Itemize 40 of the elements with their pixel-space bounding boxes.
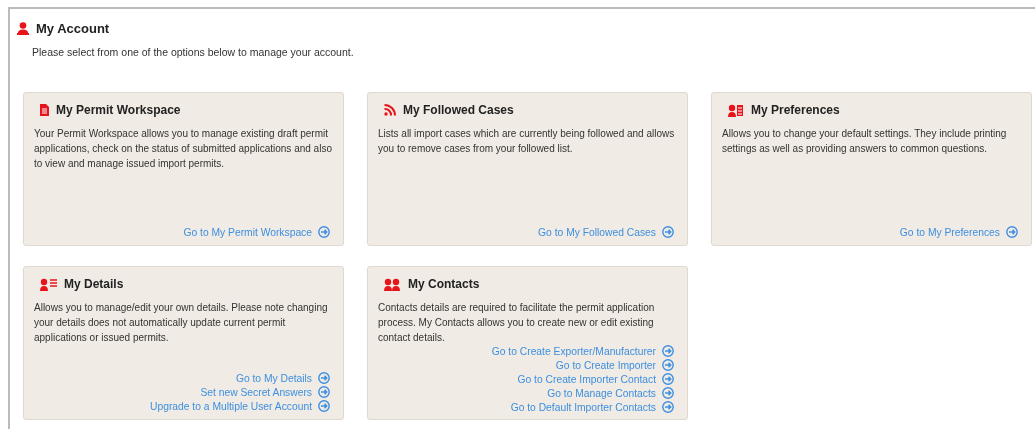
- card-description: Contacts details are required to facilitate the permit application process. My Contacts allows you to create new or edit existing contact details.: [378, 301, 656, 345]
- card-link[interactable]: Go to Default Importer Contacts: [510, 401, 656, 413]
- card-link[interactable]: Go to Create Exporter/Manufacturer: [491, 345, 656, 357]
- page-title: My Account: [36, 21, 110, 36]
- card-link[interactable]: Upgrade to a Multiple User Account: [150, 400, 312, 412]
- arrow-right-icon: [318, 400, 330, 412]
- card-link[interactable]: Go to My Details: [235, 372, 312, 384]
- card-title: My Contacts: [408, 277, 480, 291]
- arrow-right-icon: [662, 401, 674, 413]
- card-title: My Permit Workspace: [56, 103, 181, 117]
- card-description: Allows you to change your default settings. They include printing settings as well as providing answers to common questions.: [722, 127, 1008, 156]
- users-icon: [384, 277, 401, 291]
- arrow-right-icon: [1006, 226, 1018, 238]
- user-list-icon: [40, 277, 57, 291]
- card-link[interactable]: Go to Manage Contacts: [547, 387, 656, 399]
- arrow-right-icon: [662, 345, 674, 357]
- card-link[interactable]: Go to My Permit Workspace: [183, 226, 312, 238]
- user-settings-icon: [728, 103, 744, 117]
- intro-text: Please select from one of the options below to manage your account.: [32, 46, 355, 58]
- user-icon: [17, 22, 29, 35]
- card-link[interactable]: Set new Secret Answers: [200, 386, 312, 398]
- card-link[interactable]: Go to Create Importer Contact: [517, 373, 656, 385]
- card-title: My Preferences: [751, 103, 840, 117]
- document-icon: [40, 104, 49, 116]
- arrow-right-icon: [662, 373, 674, 385]
- arrow-right-icon: [662, 387, 674, 399]
- card-description: Your Permit Workspace allows you to manage existing draft permit applications, check on the status of submitted applications and also to view and manage issued import permits.: [34, 127, 333, 171]
- card-title: My Followed Cases: [403, 103, 514, 117]
- arrow-right-icon: [662, 359, 674, 371]
- card-title: My Details: [64, 277, 124, 291]
- arrow-right-icon: [318, 372, 330, 384]
- card-link[interactable]: Go to My Followed Cases: [538, 226, 656, 238]
- arrow-right-icon: [318, 386, 330, 398]
- rss-icon: [384, 104, 396, 116]
- card-description: Allows you to manage/edit your own details. Please note changing your details does not automatically update current permit applications or issued permits.: [34, 301, 329, 345]
- card-link[interactable]: Go to My Preferences: [899, 226, 1000, 238]
- arrow-right-icon: [662, 226, 674, 238]
- card-link[interactable]: Go to Create Importer: [555, 359, 656, 371]
- card-description: Lists all import cases which are currently being followed and allows you to remove cases from your followed list.: [378, 127, 676, 156]
- arrow-right-icon: [318, 226, 330, 238]
